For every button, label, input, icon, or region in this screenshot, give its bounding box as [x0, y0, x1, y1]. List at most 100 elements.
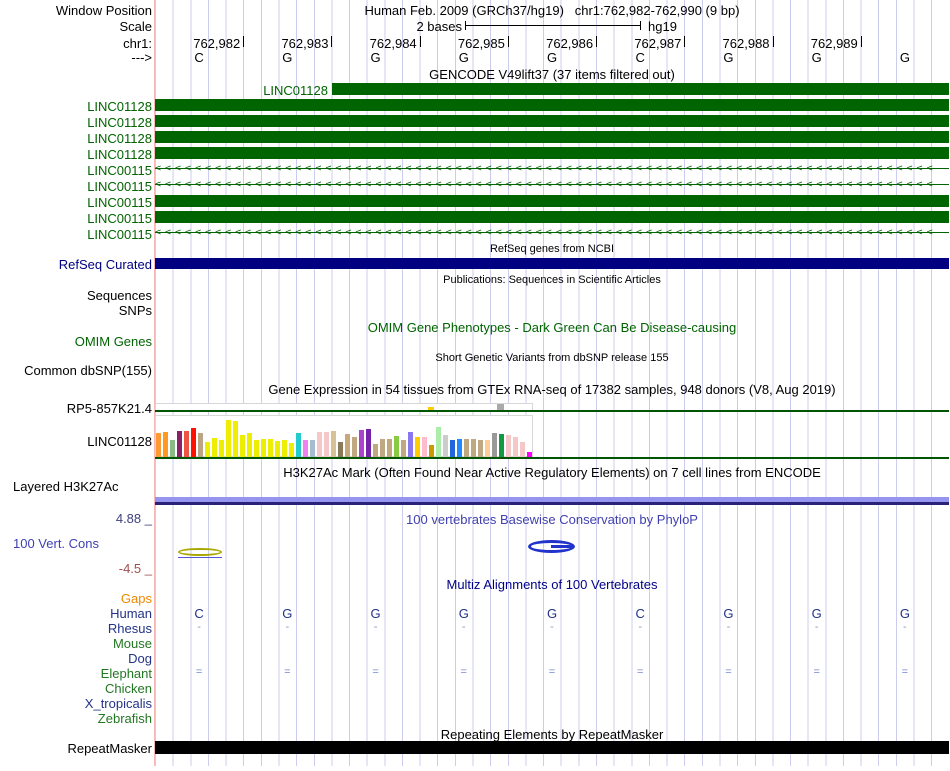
gene-intron-arrows[interactable]: <<<<<<<<<<<<<<<<<<<<<<<<<<<<<<<<<<<<<<<<… [155, 163, 949, 175]
gtex-tissue-bar[interactable] [338, 442, 343, 457]
repeatmasker-label[interactable]: RepeatMasker [67, 741, 152, 756]
gtex-tissue-bar[interactable] [233, 421, 238, 457]
conservation-track-title[interactable]: 100 vertebrates Basewise Conservation by… [155, 512, 949, 527]
gene-label[interactable]: LINC00115 [87, 163, 152, 178]
gtex-tissue-bar[interactable] [387, 439, 392, 457]
gtex-tissue-bar[interactable] [345, 434, 350, 457]
species-label-elephant[interactable]: Elephant [101, 666, 152, 681]
gene-label[interactable]: LINC00115 [87, 195, 152, 210]
gtex-tissue-bar[interactable] [310, 440, 315, 457]
gtex-tissue-bar[interactable] [506, 435, 511, 457]
gtex-tissue-bar[interactable] [373, 444, 378, 457]
species-label-mouse[interactable]: Mouse [113, 636, 152, 651]
repeatmasker-bar[interactable] [155, 741, 949, 754]
species-label-chicken[interactable]: Chicken [105, 681, 152, 696]
gtex-tissue-bar[interactable] [296, 433, 301, 457]
gtex-tissue-bar[interactable] [499, 434, 504, 457]
gtex-tissue-bar[interactable] [191, 428, 196, 457]
gene-exon-bar[interactable] [155, 115, 949, 127]
gtex-tissue-bar[interactable] [317, 432, 322, 457]
gene-exon-bar[interactable] [155, 99, 949, 111]
gene-exon-bar[interactable] [332, 83, 949, 95]
refseq-curated-label[interactable]: RefSeq Curated [59, 257, 152, 272]
gtex-tissue-bar[interactable] [282, 440, 287, 457]
gtex-tissue-bar[interactable] [422, 437, 427, 457]
gtex-tissue-bar[interactable] [415, 437, 420, 457]
omim-track-title[interactable]: OMIM Gene Phenotypes - Dark Green Can Be… [155, 320, 949, 335]
gtex-track-title[interactable]: Gene Expression in 54 tissues from GTEx … [155, 382, 949, 397]
gtex-tissue-bar[interactable] [219, 440, 224, 457]
dbsnp-track-title[interactable]: Short Genetic Variants from dbSNP releas… [155, 352, 949, 364]
species-label-rhesus[interactable]: Rhesus [108, 621, 152, 636]
gene-exon-bar[interactable] [155, 147, 949, 159]
gtex-tissue-bar[interactable] [394, 436, 399, 457]
h3k27ac-signal-bottom[interactable] [155, 502, 949, 505]
h3k27ac-track-title[interactable]: H3K27Ac Mark (Often Found Near Active Re… [155, 465, 949, 480]
layered-h3k27ac-label[interactable]: Layered H3K27Ac [13, 479, 119, 494]
gtex-tissue-bar[interactable] [478, 440, 483, 457]
gtex-tissue-bar[interactable] [177, 431, 182, 457]
gtex-tissue-bar[interactable] [464, 439, 469, 457]
conservation-label[interactable]: 100 Vert. Cons [13, 536, 99, 551]
sequences-label[interactable]: Sequences [87, 288, 152, 303]
gtex-tissue-bar[interactable] [268, 439, 273, 457]
gtex-tissue-bar[interactable] [331, 431, 336, 457]
gtex-tissue-bar[interactable] [247, 433, 252, 457]
refseq-curated-bar[interactable] [155, 258, 949, 269]
gtex-tissue-bar[interactable] [401, 440, 406, 457]
gtex-tissue-bar[interactable] [275, 441, 280, 457]
gene-label[interactable]: LINC01128 [87, 99, 152, 114]
gtex-tissue-bar[interactable] [184, 431, 189, 457]
gtex-tissue-bar[interactable] [198, 433, 203, 457]
gene-intron-arrows[interactable]: <<<<<<<<<<<<<<<<<<<<<<<<<<<<<<<<<<<<<<<<… [155, 227, 949, 239]
gtex-tissue-bar[interactable] [450, 440, 455, 457]
gtex-tissue-bar[interactable] [240, 435, 245, 457]
gene-label[interactable]: LINC00115 [87, 227, 152, 242]
publications-track-title[interactable]: Publications: Sequences in Scientific Ar… [155, 274, 949, 286]
gtex-tissue-bar[interactable] [457, 439, 462, 457]
gene-label[interactable]: LINC01128 [87, 115, 152, 130]
gtex-tissue-bar[interactable] [380, 439, 385, 457]
species-label-gaps[interactable]: Gaps [121, 591, 152, 606]
gtex-row1-label[interactable]: RP5-857K21.4 [67, 401, 152, 416]
snps-label[interactable]: SNPs [119, 303, 152, 318]
repeatmasker-track-title[interactable]: Repeating Elements by RepeatMasker [155, 727, 949, 742]
multiz-track-title[interactable]: Multiz Alignments of 100 Vertebrates [155, 577, 949, 592]
species-label-dog[interactable]: Dog [128, 651, 152, 666]
gtex-tissue-bar[interactable] [408, 432, 413, 457]
gtex-tissue-bar[interactable] [289, 443, 294, 457]
gtex-tissue-bar[interactable] [261, 439, 266, 457]
gtex-tissue-bar[interactable] [513, 437, 518, 457]
gtex-tissue-bar[interactable] [443, 435, 448, 457]
gene-exon-bar[interactable] [155, 131, 949, 143]
gene-label[interactable]: LINC00115 [87, 179, 152, 194]
species-label-x_tropicalis[interactable]: X_tropicalis [85, 696, 152, 711]
gtex-tissue-bar[interactable] [303, 440, 308, 457]
gtex-tissue-bar[interactable] [170, 440, 175, 457]
gtex-tissue-bar[interactable] [492, 433, 497, 457]
gene-exon-bar[interactable] [155, 211, 949, 223]
gene-intron-arrows[interactable]: <<<<<<<<<<<<<<<<<<<<<<<<<<<<<<<<<<<<<<<<… [155, 179, 949, 191]
gtex-tissue-bar[interactable] [212, 438, 217, 457]
gtex-tissue-bar[interactable] [366, 429, 371, 457]
gene-label[interactable]: LINC01128 [87, 131, 152, 146]
gtex-expression-bars[interactable] [156, 415, 532, 457]
gtex-tissue-bar[interactable] [254, 440, 259, 457]
species-label-human[interactable]: Human [110, 606, 152, 621]
gencode-track-title[interactable]: GENCODE V49lift37 (37 items filtered out… [155, 67, 949, 82]
gtex-tissue-bar[interactable] [324, 432, 329, 457]
gtex-tissue-bar[interactable] [429, 445, 434, 457]
gtex-tissue-bar[interactable] [359, 430, 364, 457]
gtex-tissue-bar[interactable] [520, 442, 525, 457]
gene-exon-bar[interactable] [155, 195, 949, 207]
gene-label[interactable]: LINC01128 [87, 147, 152, 162]
gtex-tissue-bar[interactable] [471, 439, 476, 457]
gtex-tissue-bar[interactable] [156, 433, 161, 457]
gtex-row2-label[interactable]: LINC01128 [87, 434, 152, 449]
refseq-track-title[interactable]: RefSeq genes from NCBI [155, 243, 949, 255]
gtex-tissue-bar[interactable] [163, 432, 168, 457]
species-label-zebrafish[interactable]: Zebrafish [98, 711, 152, 726]
gtex-tissue-bar[interactable] [436, 427, 441, 457]
gene-label[interactable]: LINC00115 [87, 211, 152, 226]
omim-genes-label[interactable]: OMIM Genes [75, 334, 152, 349]
